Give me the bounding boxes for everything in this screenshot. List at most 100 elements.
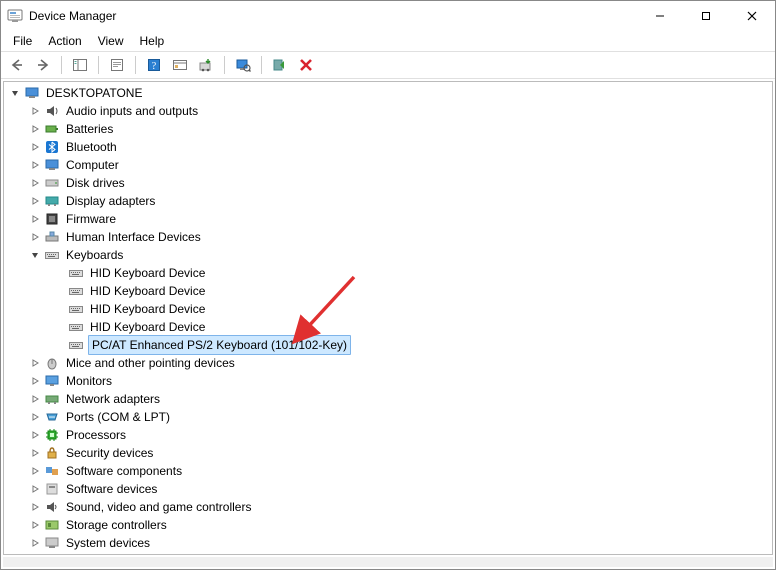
expand-icon[interactable] [28,158,42,172]
app-icon [7,8,23,24]
toolbar-button-5[interactable] [168,54,192,76]
panel-icon [172,57,188,73]
tree-category-monitors[interactable]: Monitors [4,372,772,390]
expand-icon[interactable] [28,536,42,550]
close-button[interactable] [729,1,775,31]
tree-label: System devices [64,534,152,552]
tree-label: Processors [64,426,128,444]
tree-category-audio[interactable]: Audio inputs and outputs [4,102,772,120]
console-tree-icon [72,57,88,73]
expand-icon[interactable] [28,482,42,496]
menu-action[interactable]: Action [40,32,89,50]
tree-device-hid-keyboard[interactable]: HID Keyboard Device [4,264,772,282]
properties-button[interactable] [105,54,129,76]
tree-label: Display adapters [64,192,157,210]
tree-label: Sound, video and game controllers [64,498,253,516]
tree-label: Monitors [64,372,114,390]
expand-icon[interactable] [28,410,42,424]
forward-button[interactable] [31,54,55,76]
storage-controller-icon [44,517,60,533]
tree-category-batteries[interactable]: Batteries [4,120,772,138]
tree-category-computer[interactable]: Computer [4,156,772,174]
toolbar-separator [135,56,136,74]
expand-icon[interactable] [28,212,42,226]
tree-label: Batteries [64,120,115,138]
collapse-icon[interactable] [28,248,42,262]
tree-category-ports[interactable]: Ports (COM & LPT) [4,408,772,426]
hid-icon [44,229,60,245]
tree-device-hid-keyboard[interactable]: HID Keyboard Device [4,282,772,300]
cpu-icon [44,427,60,443]
uninstall-device-button[interactable] [294,54,318,76]
tree-root[interactable]: DESKTOPATONE [4,84,772,102]
expand-icon[interactable] [28,446,42,460]
menu-file[interactable]: File [5,32,40,50]
tree-label: HID Keyboard Device [88,264,207,282]
tree-device-hid-keyboard[interactable]: HID Keyboard Device [4,300,772,318]
tree-category-sound[interactable]: Sound, video and game controllers [4,498,772,516]
tree-category-security[interactable]: Security devices [4,444,772,462]
update-driver-button[interactable] [194,54,218,76]
scan-hardware-button[interactable] [231,54,255,76]
tree-category-network[interactable]: Network adapters [4,390,772,408]
tree-device-hid-keyboard[interactable]: HID Keyboard Device [4,318,772,336]
back-button[interactable] [5,54,29,76]
expand-icon[interactable] [28,428,42,442]
firmware-icon [44,211,60,227]
tree-label: Ports (COM & LPT) [64,408,172,426]
expand-icon[interactable] [28,356,42,370]
keyboard-icon [68,301,84,317]
expand-icon[interactable] [28,176,42,190]
update-driver-icon [198,57,214,73]
enable-device-button[interactable] [268,54,292,76]
tree-category-display[interactable]: Display adapters [4,192,772,210]
tree-device-ps2-keyboard[interactable]: PC/AT Enhanced PS/2 Keyboard (101/102-Ke… [4,336,772,354]
collapse-icon[interactable] [8,86,22,100]
toolbar-separator [261,56,262,74]
expand-icon[interactable] [28,140,42,154]
tree-label: HID Keyboard Device [88,318,207,336]
expand-icon[interactable] [28,464,42,478]
tree-label: Computer [64,156,121,174]
device-tree[interactable]: DESKTOPATONE Audio inputs and outputs Ba… [4,82,772,554]
tree-label: Human Interface Devices [64,228,203,246]
tree-category-keyboards[interactable]: Keyboards [4,246,772,264]
show-hide-console-button[interactable] [68,54,92,76]
menu-help[interactable]: Help [132,32,173,50]
tree-category-diskdrives[interactable]: Disk drives [4,174,772,192]
menubar: File Action View Help [1,31,775,51]
help-button[interactable]: ? [142,54,166,76]
tree-category-mice[interactable]: Mice and other pointing devices [4,354,772,372]
expand-icon[interactable] [28,194,42,208]
tree-category-processors[interactable]: Processors [4,426,772,444]
computer-root-icon [24,85,40,101]
keyboard-icon [68,337,84,353]
tree-category-firmware[interactable]: Firmware [4,210,772,228]
display-adapter-icon [44,193,60,209]
statusbar [3,557,773,567]
tree-category-system[interactable]: System devices [4,534,772,552]
expand-icon[interactable] [28,230,42,244]
tree-category-software-devices[interactable]: Software devices [4,480,772,498]
expand-icon[interactable] [28,500,42,514]
window-title: Device Manager [29,9,116,23]
minimize-button[interactable] [637,1,683,31]
tree-category-storage[interactable]: Storage controllers [4,516,772,534]
maximize-button[interactable] [683,1,729,31]
monitor-icon [44,373,60,389]
expand-icon[interactable] [28,518,42,532]
tree-category-bluetooth[interactable]: Bluetooth [4,138,772,156]
expand-icon[interactable] [28,104,42,118]
expand-icon[interactable] [28,122,42,136]
expand-icon[interactable] [28,374,42,388]
system-device-icon [44,535,60,551]
svg-text:?: ? [152,61,157,72]
tree-label: Software components [64,462,184,480]
delete-icon [298,57,314,73]
network-icon [44,391,60,407]
tree-category-hid[interactable]: Human Interface Devices [4,228,772,246]
enable-device-icon [272,57,288,73]
menu-view[interactable]: View [90,32,132,50]
expand-icon[interactable] [28,392,42,406]
tree-category-software-components[interactable]: Software components [4,462,772,480]
